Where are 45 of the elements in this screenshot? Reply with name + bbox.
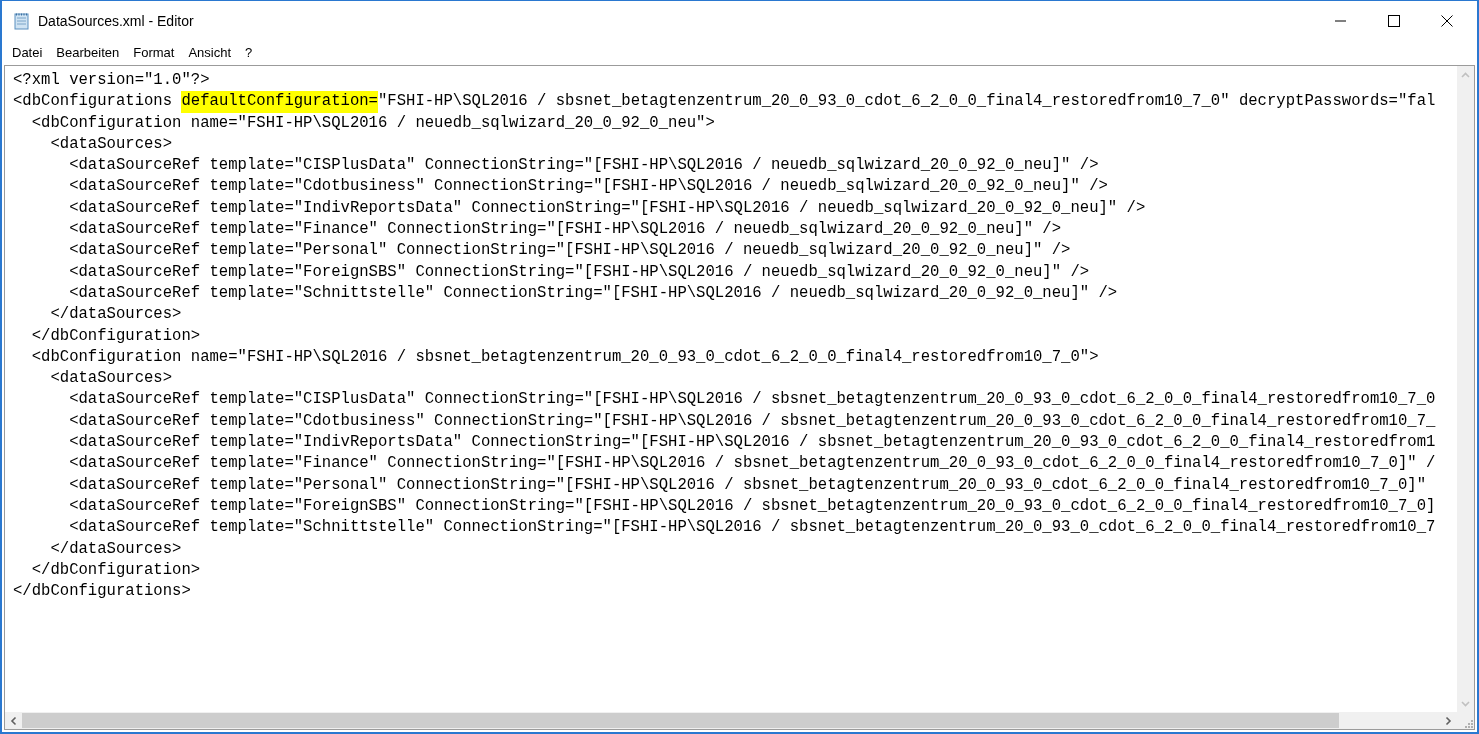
code-line: </dbConfiguration>: [30, 325, 201, 347]
horizontal-scrollbar[interactable]: [5, 712, 1457, 729]
chevron-down-icon: [1461, 700, 1470, 707]
chevron-left-icon: [10, 716, 17, 725]
code-line: <dataSourceRef template="ForeignSBS" ConnectionString="[FSHI-HP\SQL2016 / neuedb_sqlwizard_20_0_92_0_neu]" />: [68, 261, 1090, 283]
code-line: <dataSourceRef template="IndivReportsData" ConnectionString="[FSHI-HP\SQL2016 / neuedb_sqlwizard_20_0_92_0_neu]" />: [68, 197, 1146, 219]
code-line: <dataSourceRef template="Cdotbusiness" ConnectionString="[FSHI-HP\SQL2016 / sbsnet_betagtenzentrum_20_0_93_0_cdot_6_2_0_0_final4_restoredfrom10_7_: [68, 410, 1436, 432]
close-icon: [1440, 15, 1453, 27]
vertical-scrollbar[interactable]: [1457, 66, 1474, 712]
code-line: <dataSourceRef template="Finance" ConnectionString="[FSHI-HP\SQL2016 / neuedb_sqlwizard_20_0_92_0_neu]" />: [68, 219, 1062, 241]
menu-item[interactable]: Datei: [6, 42, 51, 62]
code-line: <dataSourceRef template="IndivReportsData" ConnectionString="[FSHI-HP\SQL2016 / sbsnet_betagtenzentrum_20_0_93_0_cdot_6_2_0_0_final4_restoredfrom1: [68, 432, 1436, 454]
code-line: </dbConfiguration>: [30, 559, 201, 581]
window-title: DataSources.xml - Editor: [38, 13, 194, 29]
code-line: <dataSourceRef template="CISPlusData" ConnectionString="[FSHI-HP\SQL2016 / sbsnet_betagtenzentrum_20_0_93_0_cdot_6_2_0_0_final4_restoredfrom10_7_0: [68, 389, 1436, 411]
code-line: </dataSources>: [49, 538, 182, 560]
scrollbar-thumb[interactable]: [22, 713, 1339, 728]
code-line: </dbConfigurations>: [13, 581, 191, 603]
menu-item[interactable]: Bearbeiten: [50, 42, 128, 62]
code-line: <dataSourceRef template="Personal" ConnectionString="[FSHI-HP\SQL2016 / neuedb_sqlwizard_20_0_92_0_neu]" />: [68, 240, 1071, 262]
code-line: <dataSources>: [49, 133, 173, 155]
code-line: <dataSourceRef template="Cdotbusiness" ConnectionString="[FSHI-HP\SQL2016 / neuedb_sqlwizard_20_0_92_0_neu]" />: [68, 176, 1108, 198]
menu-item[interactable]: Ansicht: [182, 42, 240, 62]
chevron-right-icon: [1445, 716, 1452, 725]
notepad-icon: [14, 12, 30, 30]
resize-grip-icon[interactable]: [1464, 719, 1474, 729]
code-line: <dataSourceRef template="ForeignSBS" ConnectionString="[FSHI-HP\SQL2016 / sbsnet_betagtenzentrum_20_0_93_0_cdot_6_2_0_0_final4_restoredfrom10_7_0]: [68, 495, 1436, 517]
code-line: </dataSources>: [49, 304, 182, 326]
code-line: <?xml version="1.0"?>: [13, 70, 210, 91]
minimize-icon: [1335, 20, 1346, 22]
menu-item[interactable]: ?: [239, 42, 261, 62]
code-line: <dataSourceRef template="Schnittstelle" ConnectionString="[FSHI-HP\SQL2016 / neuedb_sqlwizard_20_0_92_0_neu]" />: [68, 282, 1118, 304]
code-line: <dbConfiguration name="FSHI-HP\SQL2016 / sbsnet_betagtenzentrum_20_0_93_0_cdot_6_2_0_0_final4_restoredfrom10_7_0">: [30, 346, 1099, 368]
code-line: <dbConfigurations: [13, 91, 174, 113]
code-line: <dataSourceRef template="CISPlusData" ConnectionString="[FSHI-HP\SQL2016 / neuedb_sqlwizard_20_0_92_0_neu]" />: [68, 155, 1099, 177]
maximize-icon: [1387, 15, 1400, 27]
code-line: <dataSources>: [49, 368, 173, 390]
code-line: <dataSourceRef template="Schnittstelle" ConnectionString="[FSHI-HP\SQL2016 / sbsnet_betagtenzentrum_20_0_93_0_cdot_6_2_0_0_final4_restoredfrom10_7: [68, 517, 1436, 539]
highlighted-text: defaultConfiguration=: [181, 91, 378, 113]
code-line: <dataSourceRef template="Finance" ConnectionString="[FSHI-HP\SQL2016 / sbsnet_betagtenzentrum_20_0_93_0_cdot_6_2_0_0_final4_restoredfrom10_7_0]" /: [68, 453, 1436, 475]
code-line: <dataSourceRef template="Personal" ConnectionString="[FSHI-HP\SQL2016 / sbsnet_betagtenzentrum_20_0_93_0_cdot_6_2_0_0_final4_restoredfrom10_7_0]": [68, 474, 1427, 496]
chevron-up-icon: [1461, 71, 1470, 78]
code-line: "FSHI-HP\SQL2016 / sbsnet_betagtenzentrum_20_0_93_0_cdot_6_2_0_0_final4_restoredfrom10_7_0" decryptPasswords="fal: [377, 91, 1436, 113]
menu-item[interactable]: Format: [127, 42, 183, 62]
code-line: <dbConfiguration name="FSHI-HP\SQL2016 / neuedb_sqlwizard_20_0_92_0_neu">: [30, 112, 715, 134]
